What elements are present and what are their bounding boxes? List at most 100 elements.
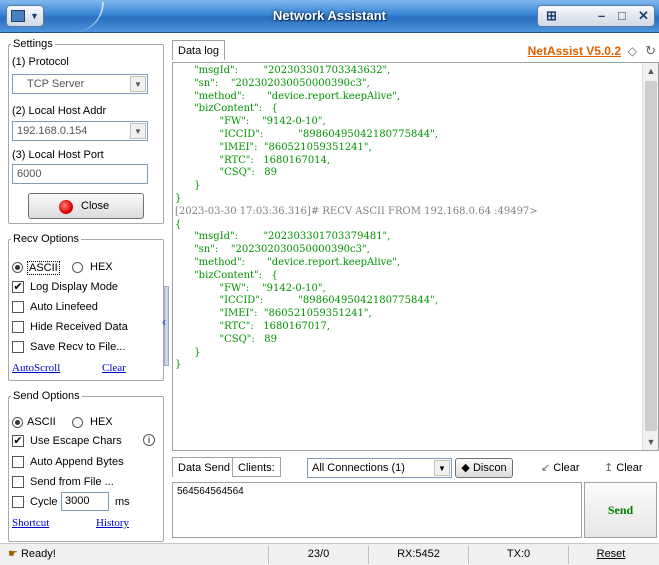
disconnect-button[interactable]: ◆ Discon bbox=[455, 458, 513, 478]
clear-send-button[interactable]: ↥ Clear bbox=[604, 461, 643, 474]
tab-clients[interactable]: Clients: bbox=[232, 457, 281, 477]
auto-append-label: Auto Append Bytes bbox=[30, 456, 124, 468]
minimize-button[interactable]: – bbox=[598, 8, 605, 23]
host-port-label: (3) Local Host Port bbox=[12, 149, 104, 161]
hide-received-label: Hide Received Data bbox=[30, 321, 128, 333]
log-line: "sn": "202302030050000390c3", bbox=[175, 77, 370, 89]
send-input[interactable]: 564564564564 bbox=[172, 482, 582, 538]
tab-data-send[interactable]: Data Send bbox=[172, 457, 236, 477]
cycle-label: Cycle bbox=[30, 496, 58, 508]
save-recv-file-checkbox[interactable] bbox=[12, 341, 24, 353]
scroll-thumb[interactable] bbox=[645, 81, 657, 431]
chevron-down-icon: ▼ bbox=[130, 123, 146, 139]
chevron-down-icon: ▼ bbox=[434, 460, 450, 476]
log-line: } bbox=[175, 346, 201, 358]
info-icon[interactable]: i bbox=[143, 434, 155, 446]
protocol-value: TCP Server bbox=[27, 78, 85, 90]
log-line: "method": "device.report.keepAlive", bbox=[175, 90, 400, 102]
history-link[interactable]: History bbox=[96, 517, 129, 529]
auto-linefeed-label: Auto Linefeed bbox=[30, 301, 98, 313]
recv-options-legend: Recv Options bbox=[13, 233, 80, 245]
auto-linefeed-checkbox[interactable] bbox=[12, 301, 24, 313]
tab-data-log[interactable]: Data log bbox=[172, 40, 225, 60]
protocol-select[interactable]: TCP Server ▼ bbox=[12, 74, 148, 94]
send-toolbar: Data Send Clients: All Connections (1) ▼… bbox=[172, 455, 659, 481]
cycle-interval-input[interactable]: 3000 bbox=[61, 492, 109, 511]
clear-log-button[interactable]: ↙ Clear bbox=[541, 461, 580, 474]
collapse-arrow-icon[interactable]: ‹ bbox=[162, 315, 166, 329]
clear-send-label: Clear bbox=[616, 462, 643, 474]
connections-select[interactable]: All Connections (1) ▼ bbox=[307, 458, 452, 478]
panel-splitter[interactable]: ‹ bbox=[162, 38, 169, 540]
log-line: "bizContent": { bbox=[175, 103, 278, 115]
log-line: "RTC": 1680167017, bbox=[175, 320, 331, 332]
send-from-file-label: Send from File ... bbox=[30, 476, 114, 488]
recv-hex-radio[interactable] bbox=[72, 262, 83, 273]
recv-ascii-label: ASCII bbox=[27, 261, 60, 275]
shortcut-link[interactable]: Shortcut bbox=[12, 517, 49, 529]
title-bar: ▼ Network Assistant ⊞ – □ ✕ bbox=[0, 0, 659, 33]
left-panel: Settings (1) Protocol TCP Server ▼ (2) L… bbox=[8, 38, 164, 542]
autoscroll-link[interactable]: AutoScroll bbox=[12, 362, 60, 374]
settings-legend: Settings bbox=[13, 38, 53, 50]
cycle-checkbox[interactable] bbox=[12, 496, 24, 508]
save-recv-file-label: Save Recv to File... bbox=[30, 341, 126, 353]
window-controls: ⊞ – □ ✕ bbox=[537, 5, 655, 27]
log-line: } bbox=[175, 180, 201, 192]
send-from-file-checkbox[interactable] bbox=[12, 476, 24, 488]
host-addr-select[interactable]: 192.168.0.154 ▼ bbox=[12, 121, 148, 141]
log-line: "method": "device.report.keepAlive", bbox=[175, 256, 400, 268]
send-hex-radio[interactable] bbox=[72, 417, 83, 428]
brand-link[interactable]: NetAssist V5.0.2 bbox=[528, 44, 621, 58]
log-line: "IMEI": "860521059351241", bbox=[175, 141, 372, 153]
hide-received-checkbox[interactable] bbox=[12, 321, 24, 333]
clear-log-label: Clear bbox=[553, 462, 580, 474]
status-ready: ☛ Ready! bbox=[8, 546, 108, 564]
use-escape-label: Use Escape Chars bbox=[30, 435, 122, 447]
log-line: "IMEI": "860521059351241", bbox=[175, 308, 372, 320]
log-display-mode-checkbox[interactable]: ✔ bbox=[12, 281, 24, 293]
host-port-input[interactable]: 6000 bbox=[12, 164, 148, 184]
arrow-left-icon: ◆ bbox=[461, 462, 470, 474]
recv-ascii-radio[interactable] bbox=[12, 262, 23, 273]
refresh-icon[interactable]: ↻ bbox=[645, 43, 656, 59]
auto-append-checkbox[interactable] bbox=[12, 456, 24, 468]
scroll-up-icon[interactable]: ▲ bbox=[643, 63, 658, 79]
log-line: { bbox=[175, 218, 182, 230]
status-light-icon bbox=[59, 200, 73, 214]
log-line: "FW": "9142-0-10", bbox=[175, 116, 326, 128]
send-ascii-radio[interactable] bbox=[12, 417, 23, 428]
use-escape-checkbox[interactable]: ✔ bbox=[12, 435, 24, 447]
chevron-down-icon: ▼ bbox=[130, 76, 146, 92]
diamond-icon[interactable]: ◇ bbox=[628, 44, 637, 58]
recv-clear-link[interactable]: Clear bbox=[102, 362, 126, 374]
scroll-down-icon[interactable]: ▼ bbox=[643, 434, 658, 450]
data-log-text: "msgId": "202303301703343632", "sn": "20… bbox=[175, 65, 643, 372]
log-line: "RTC": 1680167014, bbox=[175, 154, 331, 166]
disconnect-label: Discon bbox=[472, 462, 507, 474]
host-addr-value: 192.168.0.154 bbox=[17, 125, 88, 137]
pin-icon[interactable]: ⊞ bbox=[546, 8, 557, 24]
log-line: [2023-03-30 17:03:36.316]# RECV ASCII FR… bbox=[175, 205, 538, 217]
log-line: "FW": "9142-0-10", bbox=[175, 282, 326, 294]
maximize-button[interactable]: □ bbox=[618, 8, 626, 23]
log-line: "msgId": "202303301703379481", bbox=[175, 231, 391, 243]
status-tx: TX:0 bbox=[468, 546, 568, 564]
log-display-mode-label: Log Display Mode bbox=[30, 281, 119, 293]
log-scrollbar[interactable]: ▲ ▼ bbox=[642, 63, 658, 450]
cycle-unit: ms bbox=[115, 496, 130, 508]
log-line: "ICCID": "89860495042180775844", bbox=[175, 295, 438, 307]
clear-arrow-icon: ↙ bbox=[541, 462, 551, 474]
close-connection-button[interactable]: Close bbox=[28, 193, 144, 219]
send-button[interactable]: Send bbox=[584, 482, 657, 538]
send-ascii-label: ASCII bbox=[27, 416, 56, 428]
data-log-panel[interactable]: "msgId": "202303301703343632", "sn": "20… bbox=[172, 62, 659, 451]
log-line: } bbox=[175, 359, 182, 371]
reset-button[interactable]: Reset bbox=[568, 546, 653, 564]
protocol-label: (1) Protocol bbox=[12, 56, 69, 68]
close-window-button[interactable]: ✕ bbox=[638, 8, 649, 24]
log-line: "CSQ": 89 bbox=[175, 333, 278, 345]
send-options-legend: Send Options bbox=[13, 390, 80, 402]
clear-up-arrow-icon: ↥ bbox=[604, 462, 614, 474]
status-rx: RX:5452 bbox=[368, 546, 468, 564]
